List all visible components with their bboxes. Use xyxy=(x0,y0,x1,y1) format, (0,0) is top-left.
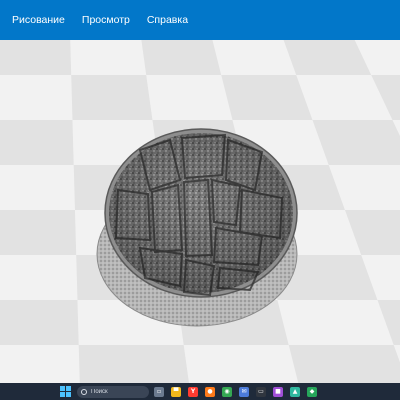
firefox-icon[interactable]: ● xyxy=(205,386,215,397)
floor-tile xyxy=(0,210,77,255)
stone-base-model xyxy=(96,128,298,327)
floor-tile xyxy=(0,40,72,75)
mail-icon[interactable]: ✉ xyxy=(239,386,249,397)
task-view-icon[interactable]: ▫ xyxy=(154,386,164,397)
menu-bar: Рисование Просмотр Справка xyxy=(0,0,400,40)
floor-tile xyxy=(277,300,394,345)
yandex-browser-icon[interactable]: Y xyxy=(188,386,198,397)
menu-view[interactable]: Просмотр xyxy=(82,14,130,26)
windows-start-button[interactable] xyxy=(60,386,71,397)
floor-tile xyxy=(71,75,153,120)
3d-viewport[interactable] xyxy=(0,40,400,383)
floor-tile xyxy=(183,345,299,383)
menu-help[interactable]: Справка xyxy=(147,14,188,26)
floor-tile xyxy=(0,300,79,345)
taskbar-apps: ▫ ▀ Y ● ◉ ✉ ▭ ■ ▲ ◆ xyxy=(154,386,324,397)
floor-tile xyxy=(70,40,147,75)
taskbar-search[interactable] xyxy=(77,385,149,398)
notes-icon[interactable]: ■ xyxy=(273,386,283,397)
floor-tile xyxy=(0,255,78,300)
floor-tile xyxy=(0,165,75,210)
taskbar: ▫ ▀ Y ● ◉ ✉ ▭ ■ ▲ ◆ xyxy=(0,383,400,400)
photos-icon[interactable]: ▲ xyxy=(290,386,300,397)
search-input[interactable] xyxy=(91,386,147,397)
floor-tile xyxy=(0,345,80,383)
floor-tile xyxy=(146,75,233,120)
terminal-icon[interactable]: ▭ xyxy=(256,386,266,397)
floor-tile xyxy=(0,120,74,165)
floor-tile xyxy=(212,40,297,75)
floor-tile xyxy=(288,345,400,383)
floor-grid xyxy=(0,40,400,383)
menu-drawing[interactable]: Рисование xyxy=(12,14,65,26)
chrome-icon[interactable]: ◉ xyxy=(222,386,232,397)
search-icon xyxy=(81,388,87,395)
floor-tile xyxy=(78,345,190,383)
floor-tile xyxy=(141,40,222,75)
file-explorer-icon[interactable]: ▀ xyxy=(171,386,181,397)
floor-tile xyxy=(0,75,73,120)
app-icon[interactable]: ◆ xyxy=(307,386,317,397)
